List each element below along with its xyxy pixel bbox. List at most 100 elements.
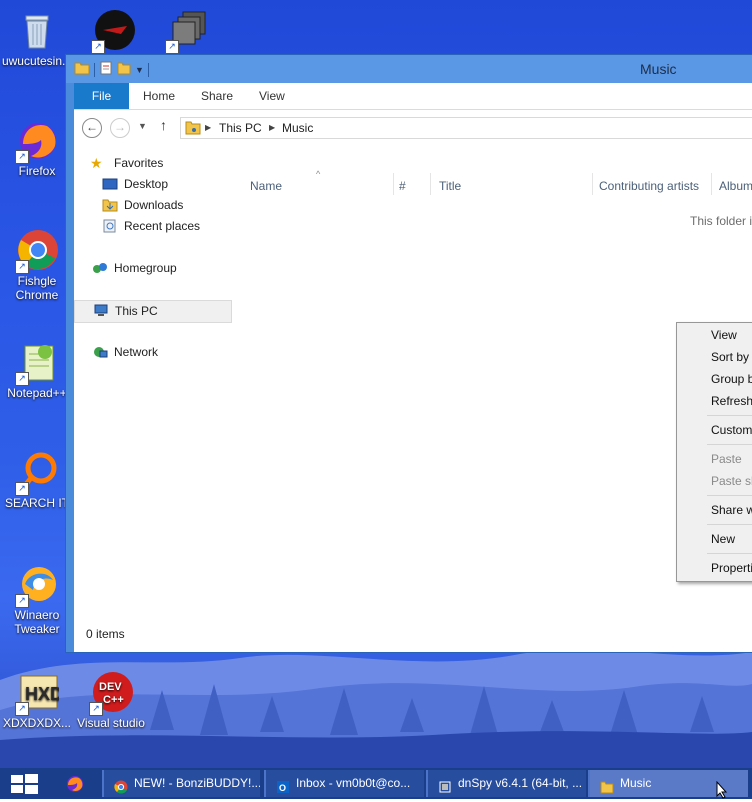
shortcut-arrow-icon: ↗ (89, 702, 103, 716)
nav-label: Homegroup (114, 261, 177, 275)
column-album[interactable]: Album (719, 179, 752, 193)
outlook-icon: O (276, 777, 290, 793)
context-menu: View Sort by Group by Refresh Customize … (676, 322, 752, 582)
nav-recent-places[interactable]: Recent places (74, 216, 230, 237)
start-button[interactable] (8, 773, 42, 795)
desktop-icon-winaero[interactable]: ↗ Winaero Tweaker (0, 562, 74, 636)
nav-network[interactable]: Network (74, 342, 230, 363)
menu-separator (707, 524, 752, 525)
menu-item-paste-shortcut[interactable]: Paste shortcut (711, 474, 752, 488)
column-name[interactable]: Name (250, 179, 282, 193)
taskbar-button-label: Music (620, 776, 652, 790)
nav-this-pc[interactable]: This PC (74, 300, 232, 323)
menu-item-customize[interactable]: Customize this folder... (711, 423, 752, 437)
desktop-icon-label: Fishgle Chrome (15, 274, 59, 302)
breadcrumb-music[interactable]: Music (282, 121, 313, 135)
shortcut-arrow-icon: ↗ (15, 482, 29, 496)
menu-item-sort-by[interactable]: Sort by (711, 350, 749, 364)
nav-homegroup[interactable]: Homegroup (74, 258, 230, 279)
chrome-icon (114, 777, 128, 794)
recent-locations-chevron-icon[interactable]: ▼ (138, 121, 147, 131)
desktop-icon-visual-studio[interactable]: DEV C++ ↗ Visual studio (74, 670, 148, 730)
network-icon (92, 345, 108, 359)
navigation-pane: ★ Favorites Desktop Downloads Recent pla… (74, 153, 232, 623)
tab-home[interactable]: Home (143, 83, 175, 109)
desktop-icon-app-red[interactable]: ↗ (76, 8, 150, 54)
tab-view[interactable]: View (259, 83, 285, 109)
breadcrumb-chevron-icon[interactable]: ▶ (269, 123, 275, 132)
menu-item-paste[interactable]: Paste (711, 452, 742, 466)
menu-item-new[interactable]: New (711, 532, 735, 546)
windows-logo-icon (11, 774, 38, 794)
window-stack-icon: ↗ (165, 8, 209, 54)
taskbar-firefox-icon[interactable] (66, 775, 84, 796)
nav-downloads[interactable]: Downloads (74, 195, 230, 216)
app-red-circle-icon: ↗ (91, 8, 135, 54)
taskbar-button-bonzibuddy[interactable]: NEW! - BonziBUDDY!... (102, 770, 260, 797)
computer-icon (93, 304, 109, 318)
shortcut-arrow-icon: ↗ (15, 260, 29, 274)
desktop-icon-label: Notepad++ (7, 386, 67, 400)
desktop-icon-stack[interactable]: ↗ (150, 8, 224, 54)
shortcut-arrow-icon: ↗ (91, 40, 105, 54)
shortcut-arrow-icon: ↗ (15, 150, 29, 164)
column-separator[interactable] (430, 173, 431, 195)
column-contributing-artists[interactable]: Contributing artists (599, 179, 699, 193)
nav-favorites[interactable]: ★ Favorites (74, 153, 230, 174)
desktop-icon-firefox[interactable]: ↗ Firefox (0, 118, 74, 178)
devcpp-icon: DEV C++ ↗ (89, 670, 133, 716)
nav-desktop[interactable]: Desktop (74, 174, 230, 195)
menu-item-view[interactable]: View (711, 328, 737, 342)
taskbar-button-inbox[interactable]: O Inbox - vm0b0t@co... (264, 770, 424, 797)
back-button[interactable]: ← (82, 118, 102, 138)
quick-access-toolbar: ▼ (74, 61, 149, 78)
desktop-icon-chrome[interactable]: ↗ Fishgle Chrome (0, 228, 74, 302)
notepadpp-icon: ↗ (15, 340, 59, 386)
window-titlebar[interactable]: ▼ Music (66, 55, 752, 83)
svg-text:HXD: HXD (25, 684, 59, 704)
shortcut-arrow-icon: ↗ (15, 594, 29, 608)
forward-button[interactable]: → (110, 118, 130, 138)
empty-folder-message: This folder is empty. (690, 214, 752, 228)
search-it-icon: ↗ (15, 450, 59, 496)
breadcrumb-this-pc[interactable]: This PC (219, 121, 262, 135)
desktop-icon-xdxd[interactable]: HXD ↗ XDXDXDX... (0, 670, 74, 730)
recent-places-icon (102, 219, 118, 233)
column-separator[interactable] (711, 173, 712, 195)
folder-icon (74, 61, 90, 78)
winaero-tweaker-icon: ↗ (15, 562, 59, 608)
ribbon-tabs: File Home Share View (74, 83, 752, 110)
menu-item-refresh[interactable]: Refresh (711, 394, 752, 408)
properties-icon[interactable] (99, 61, 113, 78)
dnspy-icon (438, 777, 452, 793)
menu-separator (707, 444, 752, 445)
breadcrumb-chevron-icon[interactable]: ▶ (205, 123, 211, 132)
recycle-bin-icon (15, 8, 59, 52)
up-arrow-icon[interactable]: ↑ (160, 117, 167, 133)
taskbar-button-label: NEW! - BonziBUDDY!... (134, 776, 260, 790)
menu-separator (707, 495, 752, 496)
desktop-icon-notepadpp[interactable]: ↗ Notepad++ (0, 340, 74, 400)
shortcut-arrow-icon: ↗ (15, 372, 29, 386)
desktop-icon-label: SEARCH IT (4, 496, 69, 510)
column-separator[interactable] (393, 173, 394, 195)
chevron-down-icon[interactable]: ▼ (135, 65, 144, 75)
new-folder-icon[interactable] (117, 61, 131, 78)
shortcut-arrow-icon: ↗ (165, 40, 179, 54)
desktop-icon-search-it[interactable]: ↗ SEARCH IT (0, 450, 74, 510)
tab-file[interactable]: File (74, 83, 129, 109)
menu-item-share-with[interactable]: Share with (711, 503, 752, 517)
nav-label: Downloads (124, 198, 184, 212)
tab-share[interactable]: Share (201, 83, 233, 109)
taskbar-button-dnspy[interactable]: dnSpy v6.4.1 (64-bit, ... (426, 770, 586, 797)
column-number[interactable]: # (399, 179, 406, 193)
hxd-icon: HXD ↗ (15, 670, 63, 716)
address-bar[interactable]: ▶ This PC ▶ Music (180, 117, 752, 139)
address-row: ← → ▼ ↑ ▶ This PC ▶ Music (74, 109, 752, 145)
menu-item-properties[interactable]: Properties (711, 561, 752, 575)
qat-separator (147, 62, 149, 77)
menu-item-group-by[interactable]: Group by (711, 372, 752, 386)
column-separator[interactable] (592, 173, 593, 195)
column-title[interactable]: Title (439, 179, 461, 193)
desktop-icon-recycle-bin[interactable]: uwucutesin... (0, 8, 74, 68)
